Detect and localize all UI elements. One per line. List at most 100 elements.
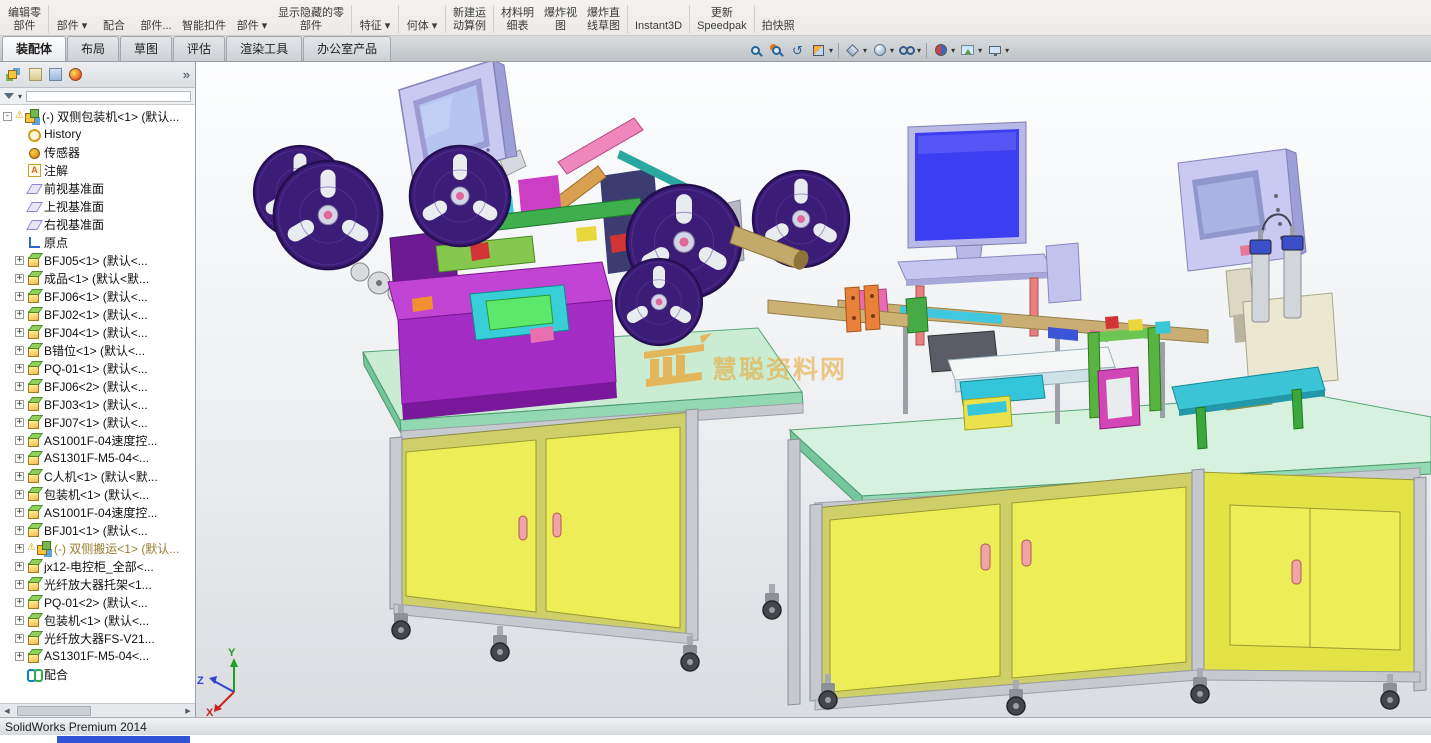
tree-item[interactable]: + BFJ01<1> (默认<... bbox=[0, 521, 195, 539]
tree-item[interactable]: History bbox=[0, 125, 195, 143]
model-3d[interactable]: 慧聪资料网 Y Z X bbox=[0, 62, 1431, 717]
expand-toggle[interactable]: + bbox=[15, 345, 24, 355]
expand-toggle[interactable]: + bbox=[15, 525, 24, 535]
zoom-area-icon[interactable] bbox=[766, 41, 787, 60]
tree-item[interactable]: + 光纤放大器托架<1... bbox=[0, 575, 195, 593]
tree-item[interactable]: + BFJ03<1> (默认<... bbox=[0, 395, 195, 413]
tab-渲染工具[interactable]: 渲染工具 bbox=[226, 36, 303, 61]
expand-toggle[interactable]: + bbox=[15, 273, 24, 283]
tree-item[interactable]: 配合 bbox=[0, 665, 195, 683]
expand-toggle[interactable]: + bbox=[15, 291, 24, 301]
tab-草图[interactable]: 草图 bbox=[120, 36, 173, 61]
expand-toggle[interactable]: + bbox=[15, 543, 24, 553]
tab-装配体[interactable]: 装配体 bbox=[2, 36, 67, 61]
ribbon-button[interactable]: 爆炸直 线草图 bbox=[582, 0, 625, 35]
tree-item[interactable]: + 光纤放大器FS-V21... bbox=[0, 629, 195, 647]
display-style-icon[interactable] bbox=[869, 41, 890, 60]
expand-toggle[interactable]: + bbox=[15, 453, 24, 463]
tree-item[interactable]: 上视基准面 bbox=[0, 197, 195, 215]
tab-办公室产品[interactable]: 办公室产品 bbox=[303, 36, 392, 61]
tree-item[interactable]: + AS1301F-M5-04<... bbox=[0, 449, 195, 467]
ribbon-button[interactable]: 部件 ▾ bbox=[231, 0, 273, 35]
zoom-fit-icon[interactable] bbox=[745, 41, 766, 60]
filter-funnel-icon[interactable] bbox=[4, 93, 14, 99]
tree-item[interactable]: + AS1001F-04速度控... bbox=[0, 503, 195, 521]
tree-item[interactable]: 前视基准面 bbox=[0, 179, 195, 197]
dropdown-caret[interactable]: ▾ bbox=[863, 46, 867, 55]
scroll-right-arrow[interactable]: ▶ bbox=[181, 704, 195, 717]
dropdown-caret[interactable]: ▾ bbox=[951, 46, 955, 55]
panel-expand-chevron[interactable]: » bbox=[183, 67, 190, 82]
right-machinery[interactable] bbox=[837, 121, 1339, 450]
tree-item[interactable]: + BFJ06<2> (默认<... bbox=[0, 377, 195, 395]
expand-toggle[interactable]: + bbox=[15, 381, 24, 391]
tree-item[interactable]: + BFJ07<1> (默认<... bbox=[0, 413, 195, 431]
dropdown-caret[interactable]: ▾ bbox=[890, 46, 894, 55]
section-view-icon[interactable] bbox=[808, 41, 829, 60]
dropdown-caret[interactable]: ▾ bbox=[978, 46, 982, 55]
expand-toggle[interactable]: + bbox=[15, 615, 24, 625]
ribbon-button[interactable]: 显示隐藏的零 部件 bbox=[273, 0, 349, 35]
ribbon-button[interactable]: 爆炸视图 bbox=[539, 0, 582, 35]
ribbon-button[interactable]: 新建运 动算例 bbox=[448, 0, 491, 35]
previous-view-icon[interactable]: ↺ bbox=[787, 41, 808, 60]
tree-item[interactable]: 注解 bbox=[0, 161, 195, 179]
expand-toggle[interactable]: + bbox=[15, 561, 24, 571]
tree-item[interactable]: + 包装机<1> (默认<... bbox=[0, 485, 195, 503]
view-settings-icon[interactable] bbox=[984, 41, 1005, 60]
hide-show-items-icon[interactable] bbox=[896, 41, 917, 60]
apply-scene-icon[interactable] bbox=[957, 41, 978, 60]
displaymanager-tab-icon[interactable] bbox=[69, 68, 82, 81]
expand-toggle[interactable]: + bbox=[15, 489, 24, 499]
tree-item[interactable]: + AS1001F-04速度控... bbox=[0, 431, 195, 449]
expand-toggle[interactable]: + bbox=[15, 507, 24, 517]
tree-item[interactable]: + ⚠ (-) 双侧搬运<1> (默认... bbox=[0, 539, 195, 557]
expand-toggle[interactable]: + bbox=[15, 579, 24, 589]
tree-item[interactable]: + PQ-01<2> (默认<... bbox=[0, 593, 195, 611]
tree-item[interactable]: - ⚠ (-) 双侧包装机<1> (默认... bbox=[0, 107, 195, 125]
ribbon-button[interactable]: 更新 Speedpak bbox=[692, 0, 752, 35]
tab-布局[interactable]: 布局 bbox=[67, 36, 120, 61]
tree-item[interactable]: + B错位<1> (默认<... bbox=[0, 341, 195, 359]
ribbon-button[interactable]: Instant3D bbox=[630, 0, 687, 35]
ribbon-button[interactable]: 何体 ▾ bbox=[401, 0, 443, 35]
expand-toggle[interactable]: + bbox=[15, 255, 24, 265]
edit-appearance-icon[interactable] bbox=[930, 41, 951, 60]
tree-item[interactable]: + BFJ04<1> (默认<... bbox=[0, 323, 195, 341]
expand-toggle[interactable]: - bbox=[3, 111, 12, 121]
ribbon-button[interactable]: 部件... bbox=[135, 0, 177, 35]
tab-评估[interactable]: 评估 bbox=[173, 36, 226, 61]
ribbon-button[interactable]: 材料明 细表 bbox=[496, 0, 539, 35]
expand-toggle[interactable]: + bbox=[15, 363, 24, 373]
expand-toggle[interactable]: + bbox=[15, 633, 24, 643]
expand-toggle[interactable]: + bbox=[15, 327, 24, 337]
ribbon-button[interactable]: 编辑零 部件 bbox=[3, 0, 46, 35]
ribbon-button[interactable]: 配合 bbox=[93, 0, 135, 35]
scroll-left-arrow[interactable]: ◀ bbox=[0, 704, 14, 717]
dropdown-caret[interactable]: ▾ bbox=[917, 46, 921, 55]
tree-item[interactable]: + BFJ06<1> (默认<... bbox=[0, 287, 195, 305]
tree-item[interactable]: + jx12-电控柜_全部<... bbox=[0, 557, 195, 575]
tree-horizontal-scrollbar[interactable]: ◀ ▶ bbox=[0, 703, 195, 717]
tree-item[interactable]: + C人机<1> (默认<默... bbox=[0, 467, 195, 485]
expand-toggle[interactable]: + bbox=[15, 471, 24, 481]
expand-toggle[interactable]: + bbox=[15, 417, 24, 427]
ribbon-button[interactable]: 智能扣件 bbox=[177, 0, 231, 35]
ribbon-button[interactable]: 特征 ▾ bbox=[354, 0, 396, 35]
tree-item[interactable]: + 包装机<1> (默认<... bbox=[0, 611, 195, 629]
ribbon-button[interactable]: 拍快照 bbox=[757, 0, 800, 35]
view-orientation-icon[interactable] bbox=[842, 41, 863, 60]
tree-item[interactable]: + PQ-01<1> (默认<... bbox=[0, 359, 195, 377]
ribbon-button[interactable]: 部件 ▾ bbox=[51, 0, 93, 35]
right-machine-table[interactable] bbox=[787, 393, 1431, 716]
tree-item[interactable]: 传感器 bbox=[0, 143, 195, 161]
expand-toggle[interactable]: + bbox=[15, 597, 24, 607]
expand-toggle[interactable]: + bbox=[15, 435, 24, 445]
tree-item[interactable]: + BFJ02<1> (默认<... bbox=[0, 305, 195, 323]
filter-input[interactable] bbox=[26, 90, 191, 102]
tree-item[interactable]: + 成品<1> (默认<默... bbox=[0, 269, 195, 287]
filter-caret-icon[interactable]: ▾ bbox=[18, 92, 22, 101]
propertymanager-tab-icon[interactable] bbox=[29, 68, 42, 81]
graphics-area[interactable]: 慧聪资料网 Y Z X bbox=[0, 62, 1431, 717]
scrollbar-thumb[interactable] bbox=[17, 705, 91, 716]
